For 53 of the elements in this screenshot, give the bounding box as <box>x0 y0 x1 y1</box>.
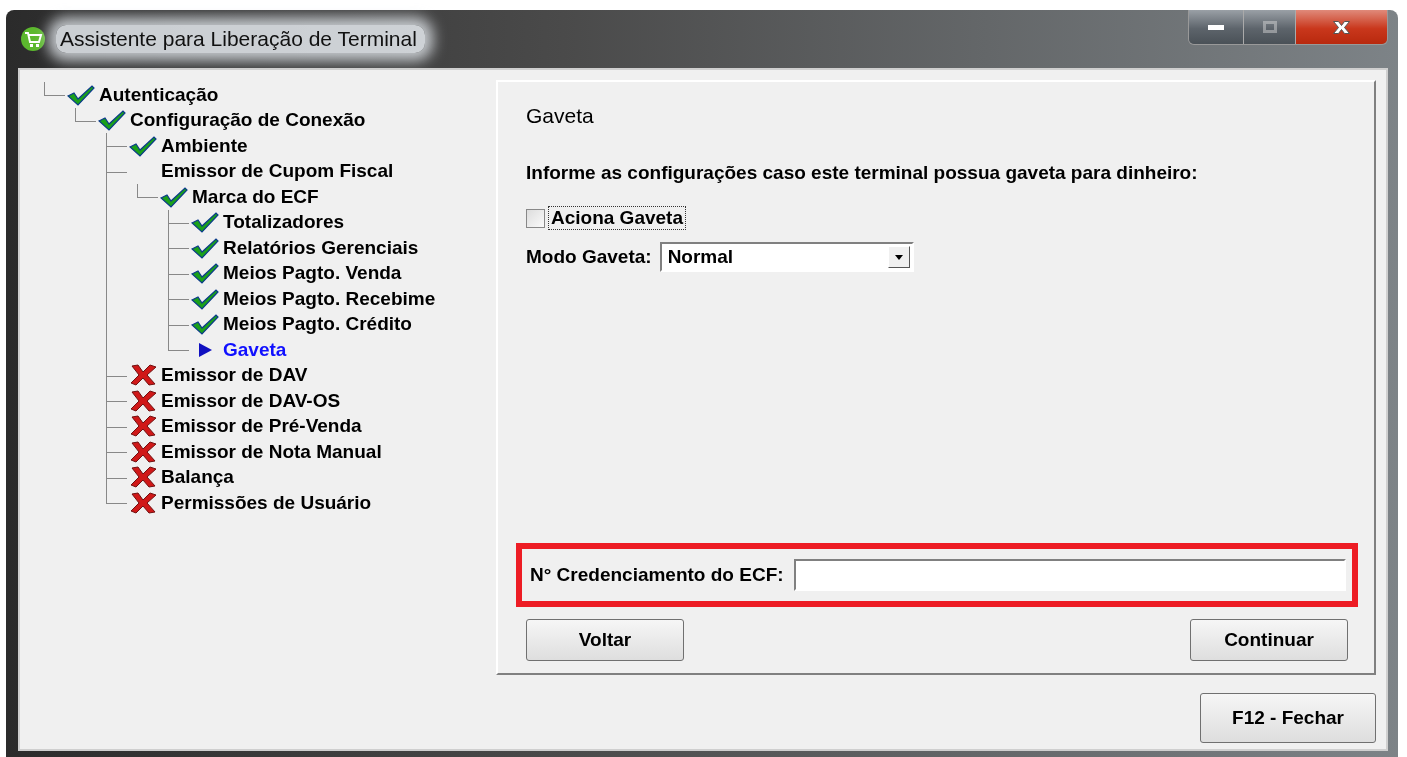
cross-icon <box>128 491 158 514</box>
tree-item[interactable]: Marca do ECF <box>192 185 319 208</box>
checkbox-label[interactable]: Aciona Gaveta <box>548 206 686 230</box>
cross-icon <box>128 364 158 387</box>
check-icon <box>190 236 220 259</box>
tree-item[interactable]: Permissões de Usuário <box>161 491 372 514</box>
tree-item[interactable]: Totalizadores <box>223 211 345 234</box>
instruction-text: Informe as configurações caso este terminal possua gaveta para dinheiro: <box>526 162 1199 184</box>
check-icon <box>190 313 220 336</box>
window-title: Assistente para Liberação de Terminal <box>56 25 425 53</box>
cross-icon <box>128 415 158 438</box>
check-icon <box>97 109 127 132</box>
tree-item[interactable]: Relatórios Gerenciais <box>223 236 419 259</box>
check-icon <box>190 287 220 310</box>
check-icon <box>66 83 96 106</box>
tree-item[interactable]: Emissor de DAV <box>161 364 308 387</box>
minimize-button[interactable] <box>1189 10 1243 44</box>
close-button[interactable] <box>1295 10 1387 44</box>
back-button[interactable]: Voltar <box>526 619 684 661</box>
tree-item[interactable]: Configuração de Conexão <box>130 109 366 132</box>
input-field[interactable] <box>793 559 1346 591</box>
tree-connector <box>44 82 65 96</box>
checkbox[interactable] <box>526 208 545 228</box>
mode-dropdown[interactable]: Normal <box>659 242 914 272</box>
panel-title: Gaveta <box>526 104 595 128</box>
tree-item[interactable]: Emissor de DAV-OS <box>161 389 341 412</box>
check-icon <box>128 134 158 157</box>
tree-item[interactable]: Emissor de Pré-Venda <box>161 415 362 438</box>
close-icon <box>1333 20 1350 34</box>
cross-icon <box>128 440 158 463</box>
minimize-icon <box>1208 24 1224 30</box>
tree-item[interactable]: Meios Pagto. Recebime <box>223 287 436 310</box>
tree-item[interactable]: Gaveta <box>223 338 287 361</box>
tree-item[interactable]: Autenticação <box>99 83 219 106</box>
tree-connector <box>75 107 96 122</box>
continue-button[interactable]: Continuar <box>1190 619 1348 661</box>
cart-icon <box>20 26 46 52</box>
tree-item[interactable]: Emissor de Cupom Fiscal <box>161 160 394 183</box>
check-icon <box>159 185 189 208</box>
tree-item[interactable]: Balança <box>161 466 234 489</box>
tree-item[interactable]: Meios Pagto. Crédito <box>223 313 412 336</box>
field-label: N° Credenciamento do ECF: <box>530 564 784 586</box>
check-icon <box>190 211 220 234</box>
cross-icon <box>128 389 158 412</box>
check-icon <box>190 262 220 285</box>
close-dialog-button[interactable]: F12 - Fechar <box>1200 693 1376 743</box>
tree-item[interactable]: Meios Pagto. Venda <box>223 262 402 285</box>
tree-connector <box>137 184 158 198</box>
cross-icon <box>128 466 158 489</box>
field-label: Modo Gaveta: <box>526 246 652 268</box>
tree-item[interactable]: Emissor de Nota Manual <box>161 440 382 463</box>
maximize-icon <box>1262 21 1277 33</box>
tree-item[interactable]: Ambiente <box>161 134 248 157</box>
